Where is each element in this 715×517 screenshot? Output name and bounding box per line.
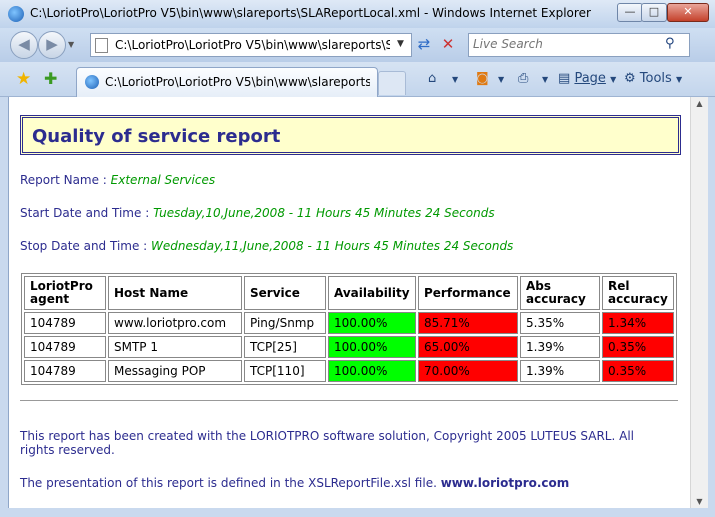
- scroll-up-icon[interactable]: ▲: [691, 99, 708, 108]
- back-arrow-icon: ◀: [18, 35, 30, 53]
- column-header-performance: Performance: [418, 276, 518, 310]
- report-name-label: Report Name :: [20, 173, 111, 187]
- rel-accuracy-cell: 1.34%: [602, 312, 674, 334]
- availability-cell: 100.00%: [328, 360, 416, 382]
- add-favorite-icon[interactable]: ✚: [44, 69, 57, 88]
- agent-cell: 104789: [24, 312, 106, 334]
- window-bottom-frame: [0, 508, 715, 517]
- scroll-down-icon[interactable]: ▼: [691, 497, 708, 506]
- stop-date-line: Stop Date and Time : Wednesday,11,June,2…: [20, 239, 513, 253]
- close-button[interactable]: ✕: [667, 3, 709, 22]
- tools-menu-label: Tools: [639, 71, 672, 86]
- tools-menu[interactable]: ⚙ Tools ▼: [624, 71, 682, 86]
- window-title: C:\LoriotPro\LoriotPro V5\bin\www\slarep…: [30, 6, 591, 20]
- maximize-button[interactable]: □: [641, 3, 667, 22]
- page-menu-label: Page: [574, 71, 606, 86]
- loriotpro-link[interactable]: www.loriotpro.com: [441, 476, 570, 490]
- abs-accuracy-cell: 1.39%: [520, 336, 600, 358]
- page-icon: ▤: [558, 71, 571, 86]
- column-header-agent: LoriotPro agent: [24, 276, 106, 310]
- table-header-row: LoriotPro agent Host Name Service Availa…: [24, 276, 674, 310]
- print-icon[interactable]: ⎙: [518, 71, 528, 86]
- performance-cell: 85.71%: [418, 312, 518, 334]
- start-date-line: Start Date and Time : Tuesday,10,June,20…: [20, 206, 495, 220]
- tab-bar: ★ ✚ C:\LoriotPro\LoriotPro V5\bin\www\sl…: [0, 62, 715, 97]
- host-cell: Messaging POP: [108, 360, 242, 382]
- presentation-text: The presentation of this report is defin…: [20, 476, 569, 490]
- new-tab-button[interactable]: [378, 71, 406, 95]
- qos-table: LoriotPro agent Host Name Service Availa…: [21, 273, 677, 385]
- presentation-label: The presentation of this report is defin…: [20, 476, 441, 490]
- address-dropdown-icon[interactable]: ▼: [397, 39, 404, 49]
- address-input[interactable]: C:\LoriotPro\LoriotPro V5\bin\www\slarep…: [115, 38, 390, 52]
- host-cell: www.loriotpro.com: [108, 312, 242, 334]
- page-title: Quality of service report: [32, 126, 281, 147]
- internet-explorer-icon: [8, 6, 24, 22]
- search-icon[interactable]: ⚲: [665, 36, 675, 51]
- host-cell: SMTP 1: [108, 336, 242, 358]
- column-header-rel-accuracy: Rel accuracy: [602, 276, 674, 310]
- rel-accuracy-cell: 0.35%: [602, 360, 674, 382]
- minimize-button[interactable]: —: [617, 3, 643, 22]
- page-menu[interactable]: ▤ Page ▼: [558, 71, 616, 86]
- availability-cell: 100.00%: [328, 336, 416, 358]
- table-row: 104789 Messaging POP TCP[110] 100.00% 70…: [24, 360, 674, 382]
- agent-cell: 104789: [24, 360, 106, 382]
- title-bar: C:\LoriotPro\LoriotPro V5\bin\www\slarep…: [0, 0, 715, 29]
- back-button[interactable]: ◀: [10, 31, 38, 59]
- report-name-line: Report Name : External Services: [20, 173, 215, 187]
- table-row: 104789 www.loriotpro.com Ping/Snmp 100.0…: [24, 312, 674, 334]
- stop-icon[interactable]: ✕: [438, 34, 458, 54]
- search-box[interactable]: ⚲: [468, 33, 690, 57]
- abs-accuracy-cell: 1.39%: [520, 360, 600, 382]
- gear-icon: ⚙: [624, 71, 636, 86]
- service-cell: TCP[110]: [244, 360, 326, 382]
- page-icon: [95, 38, 108, 53]
- start-date-label: Start Date and Time :: [20, 206, 154, 220]
- favorites-star-icon[interactable]: ★: [16, 69, 31, 89]
- feeds-dropdown-icon[interactable]: ▼: [498, 75, 504, 84]
- column-header-availability: Availability: [328, 276, 416, 310]
- start-date-value: Tuesday,10,June,2008 - 11 Hours 45 Minut…: [153, 206, 495, 220]
- refresh-icon[interactable]: ⇄: [414, 34, 434, 54]
- address-bar[interactable]: C:\LoriotPro\LoriotPro V5\bin\www\slarep…: [90, 33, 412, 57]
- column-header-abs-accuracy: Abs accuracy: [520, 276, 600, 310]
- page-dropdown-icon: ▼: [610, 75, 617, 84]
- report-header: Quality of service report: [20, 115, 681, 155]
- service-cell: Ping/Snmp: [244, 312, 326, 334]
- performance-cell: 65.00%: [418, 336, 518, 358]
- navigation-bar: ◀ ▶ ▼ C:\LoriotPro\LoriotPro V5\bin\www\…: [0, 28, 715, 62]
- forward-arrow-icon: ▶: [46, 35, 58, 53]
- feeds-icon[interactable]: ◙: [476, 71, 489, 86]
- recent-pages-dropdown-icon[interactable]: ▼: [68, 40, 74, 49]
- table-row: 104789 SMTP 1 TCP[25] 100.00% 65.00% 1.3…: [24, 336, 674, 358]
- home-dropdown-icon[interactable]: ▼: [452, 75, 458, 84]
- abs-accuracy-cell: 5.35%: [520, 312, 600, 334]
- service-cell: TCP[25]: [244, 336, 326, 358]
- divider: [20, 400, 678, 401]
- agent-cell: 104789: [24, 336, 106, 358]
- performance-cell: 70.00%: [418, 360, 518, 382]
- report-name-value: External Services: [110, 173, 216, 187]
- forward-button[interactable]: ▶: [38, 31, 66, 59]
- stop-date-value: Wednesday,11,June,2008 - 11 Hours 45 Min…: [151, 239, 514, 253]
- column-header-host: Host Name: [108, 276, 242, 310]
- search-input[interactable]: [473, 37, 653, 51]
- tools-dropdown-icon: ▼: [675, 75, 683, 84]
- print-dropdown-icon[interactable]: ▼: [542, 75, 548, 84]
- internet-explorer-icon: [85, 75, 99, 89]
- availability-cell: 100.00%: [328, 312, 416, 334]
- page-content: Quality of service report Report Name : …: [8, 97, 691, 508]
- copyright-text: This report has been created with the LO…: [20, 429, 634, 457]
- vertical-scrollbar[interactable]: ▲ ▼: [690, 97, 708, 508]
- rel-accuracy-cell: 0.35%: [602, 336, 674, 358]
- stop-date-label: Stop Date and Time :: [20, 239, 152, 253]
- column-header-service: Service: [244, 276, 326, 310]
- home-icon[interactable]: ⌂: [428, 71, 436, 86]
- tab-current[interactable]: C:\LoriotPro\LoriotPro V5\bin\www\slarep…: [76, 67, 378, 97]
- tab-label: C:\LoriotPro\LoriotPro V5\bin\www\slarep…: [105, 75, 370, 89]
